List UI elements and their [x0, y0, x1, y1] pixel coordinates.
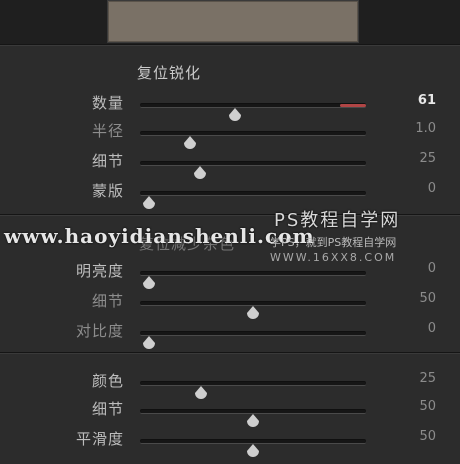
- divider: [0, 353, 460, 354]
- slider-value[interactable]: 25: [419, 371, 436, 386]
- watermark-url: www.haoyidianshenli.com: [4, 224, 315, 248]
- slider-row-radius[interactable]: 半径 1.0: [0, 120, 460, 149]
- slider-label: 细节: [91, 152, 124, 170]
- watermark-brand: PS教程自学网: [274, 210, 401, 231]
- slider-value[interactable]: 61: [418, 93, 436, 108]
- slider-row-detail[interactable]: 细节 25: [0, 150, 460, 179]
- slider-track[interactable]: [140, 271, 366, 289]
- sharpening-section-title[interactable]: 复位锐化: [137, 62, 201, 83]
- slider-row-luminance-detail[interactable]: 细节 50: [0, 290, 460, 319]
- slider-label: 对比度: [75, 322, 124, 340]
- slider-label: 数量: [91, 94, 124, 112]
- slider-value[interactable]: 0: [428, 261, 436, 276]
- slider-track[interactable]: [140, 103, 366, 121]
- slider-row-color[interactable]: 颜色 25: [0, 370, 460, 399]
- develop-panel: 复位锐化 数量 61 半径 1.0 细节 25 蒙版 0 复位减少杂色 明亮度: [0, 0, 460, 464]
- slider-track[interactable]: [140, 161, 366, 179]
- slider-value[interactable]: 50: [419, 399, 436, 414]
- slider-value[interactable]: 50: [419, 429, 436, 444]
- preview-area: [0, 0, 460, 44]
- slider-row-masking[interactable]: 蒙版 0: [0, 180, 460, 209]
- slider-value[interactable]: 1.0: [415, 121, 436, 136]
- slider-track[interactable]: [140, 439, 366, 457]
- slider-track[interactable]: [140, 381, 366, 399]
- slider-label: 颜色: [91, 372, 124, 390]
- slider-fill: [340, 104, 366, 107]
- watermark-tagline: 学PS，就到PS教程自学网: [270, 236, 397, 249]
- slider-label: 蒙版: [91, 182, 124, 200]
- slider-value[interactable]: 50: [419, 291, 436, 306]
- slider-label: 细节: [91, 292, 124, 310]
- slider-row-amount[interactable]: 数量 61: [0, 92, 460, 121]
- slider-track[interactable]: [140, 191, 366, 209]
- slider-track[interactable]: [140, 131, 366, 149]
- slider-value[interactable]: 25: [419, 151, 436, 166]
- slider-row-contrast[interactable]: 对比度 0: [0, 320, 460, 349]
- slider-track[interactable]: [140, 331, 366, 349]
- slider-row-color-detail[interactable]: 细节 50: [0, 398, 460, 427]
- slider-row-smoothness[interactable]: 平滑度 50: [0, 428, 460, 457]
- slider-label: 平滑度: [75, 430, 124, 448]
- slider-label: 半径: [91, 122, 124, 140]
- divider: [0, 45, 460, 46]
- slider-label: 明亮度: [75, 262, 124, 280]
- slider-label: 细节: [91, 400, 124, 418]
- image-preview[interactable]: [107, 0, 359, 43]
- slider-track[interactable]: [140, 301, 366, 319]
- slider-value[interactable]: 0: [428, 321, 436, 336]
- slider-track[interactable]: [140, 409, 366, 427]
- watermark-site: WWW.16XX8.COM: [270, 251, 397, 264]
- slider-value[interactable]: 0: [428, 181, 436, 196]
